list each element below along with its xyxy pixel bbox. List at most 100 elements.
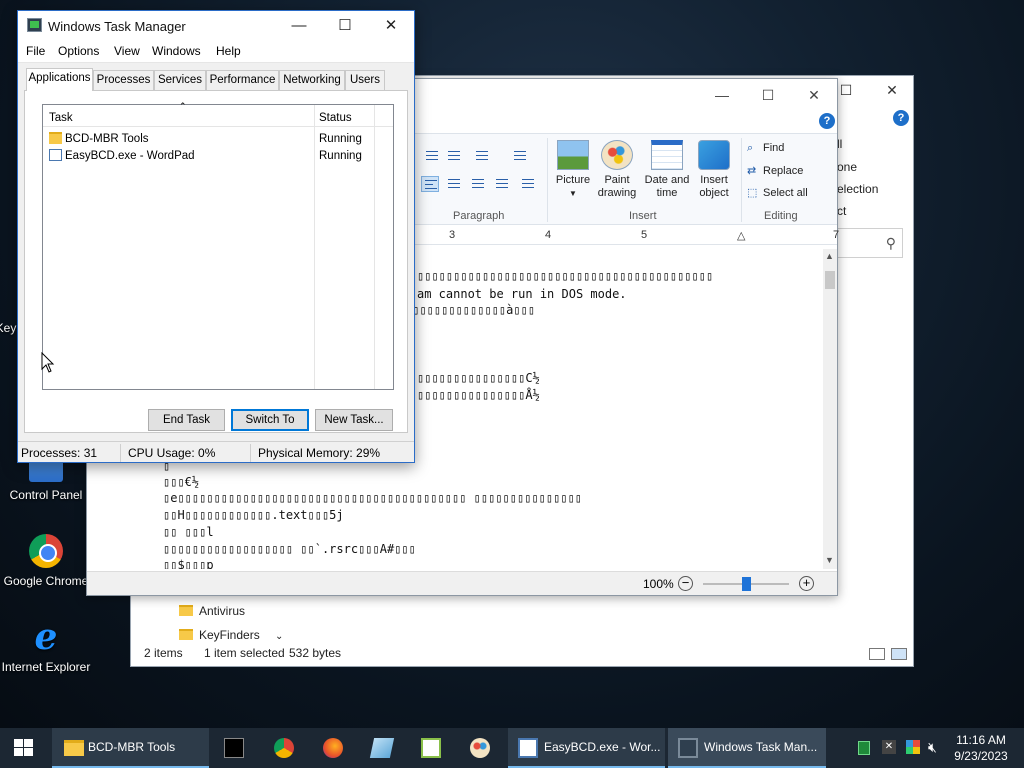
firefox-icon[interactable]	[323, 738, 343, 758]
minimize-button[interactable]: —	[276, 11, 322, 41]
nav-item-keyfinders[interactable]: KeyFinders ⌄	[179, 628, 283, 642]
new-task-button[interactable]: New Task...	[315, 409, 393, 431]
replace-button[interactable]: ⇄ Replace	[747, 164, 803, 177]
large-icons-view-icon[interactable]	[891, 648, 907, 660]
insert-object-button[interactable]: Insert object	[687, 140, 741, 200]
indent-marker-icon[interactable]: △	[737, 229, 745, 242]
paint-palette-icon	[601, 140, 633, 170]
zoom-slider[interactable]	[703, 577, 789, 591]
align-right-icon[interactable]	[469, 176, 487, 192]
menu-view[interactable]: View	[114, 44, 140, 58]
status-processes: Processes: 31	[21, 446, 98, 460]
tab-applications[interactable]: Applications	[26, 68, 93, 91]
notepadpp-icon[interactable]	[421, 738, 441, 758]
explorer-ribbon-item[interactable]: election	[837, 182, 878, 196]
doc-line: ▯▯▯▯▯▯▯▯▯▯▯▯▯▯▯C½	[417, 371, 540, 385]
button-label: Paint drawing	[597, 174, 637, 199]
windows-logo-icon	[14, 739, 34, 757]
scroll-up-icon[interactable]: ▲	[825, 251, 834, 261]
menu-file[interactable]: File	[26, 44, 45, 58]
close-button[interactable]: ✕	[368, 11, 414, 41]
find-button[interactable]: ⌕ Find	[747, 142, 784, 155]
button-label: Find	[763, 142, 785, 154]
zoom-in-button[interactable]: +	[799, 576, 814, 591]
notepad-icon[interactable]	[369, 738, 395, 758]
doc-line: ▯▯▯€½	[163, 475, 200, 489]
explorer-search-box[interactable]: ⚲	[837, 228, 903, 258]
tab-services[interactable]: Services	[154, 70, 206, 90]
calendar-clock-icon	[651, 140, 683, 170]
taskbar-item-task-manager[interactable]: Windows Task Man...	[668, 728, 826, 768]
scroll-thumb[interactable]	[825, 271, 835, 289]
start-button[interactable]	[0, 728, 48, 768]
date-and-time-button[interactable]: Date and time	[640, 140, 694, 200]
taskbar-item-bcd-mbr-tools[interactable]: BCD-MBR Tools	[52, 728, 209, 768]
explorer-close-button[interactable]: ✕	[869, 76, 915, 104]
tab-networking[interactable]: Networking	[279, 70, 345, 90]
menu-windows[interactable]: Windows	[152, 44, 201, 58]
wordpad-help-icon[interactable]: ?	[819, 113, 835, 129]
chevron-down-icon[interactable]: ⌄	[275, 631, 283, 642]
desktop-icon-label: Google Chrome	[3, 574, 89, 588]
task-name: BCD-MBR Tools	[65, 133, 149, 145]
table-row[interactable]: EasyBCD.exe - WordPad Running	[43, 148, 393, 165]
vertical-scrollbar[interactable]: ▲ ▼	[823, 249, 837, 569]
line-spacing-icon[interactable]	[511, 148, 529, 164]
scroll-down-icon[interactable]: ▼	[825, 555, 834, 565]
maximize-button[interactable]: ☐	[322, 11, 368, 41]
align-left-icon[interactable]	[421, 176, 439, 192]
desktop-icon-internet-explorer[interactable]: e Internet Explorer	[0, 619, 92, 674]
increase-indent-icon[interactable]	[445, 148, 463, 164]
nav-item-antivirus[interactable]: Antivirus	[179, 604, 245, 618]
volume-muted-icon[interactable]: 🔇︎	[928, 739, 937, 768]
system-clock[interactable]: 11:16 AM 9/23/2023	[946, 732, 1016, 764]
explorer-help-icon[interactable]: ?	[893, 110, 909, 126]
explorer-ribbon-item: ct	[837, 204, 847, 218]
task-manager-title-bar[interactable]: Windows Task Manager — ☐ ✕	[18, 11, 414, 41]
tab-users[interactable]: Users	[345, 70, 385, 90]
doc-line: am cannot be run in DOS mode.	[417, 287, 627, 301]
wordpad-minimize-button[interactable]: —	[699, 83, 745, 107]
details-view-icon[interactable]	[869, 648, 885, 660]
task-status: Running	[319, 133, 362, 145]
wordpad-maximize-button[interactable]: ☐	[745, 83, 791, 107]
doc-line: ▯▯$▯▯▯p	[163, 558, 214, 569]
switch-to-button[interactable]: Switch To	[231, 409, 309, 431]
zoom-out-button[interactable]: −	[678, 576, 693, 591]
select-all-icon: ⬚	[747, 187, 758, 199]
paragraph-icon[interactable]	[519, 176, 537, 192]
chrome-icon	[29, 534, 63, 568]
select-all-button[interactable]: ⬚ Select all	[747, 186, 808, 199]
column-header-task[interactable]: Task	[49, 112, 73, 124]
ruler-mark: 7	[833, 229, 840, 241]
tray-green-icon[interactable]	[858, 741, 870, 755]
tray-color-icon[interactable]	[906, 740, 920, 754]
align-center-icon[interactable]	[445, 176, 463, 192]
decrease-indent-icon[interactable]	[423, 148, 441, 164]
insert-object-icon	[698, 140, 730, 170]
paint-icon[interactable]	[470, 738, 490, 758]
cmd-icon[interactable]	[224, 738, 244, 758]
tab-performance[interactable]: Performance	[206, 70, 279, 90]
button-label: Date and time	[644, 174, 690, 199]
paint-drawing-button[interactable]: Paint drawing	[590, 140, 644, 200]
taskbar-item-wordpad[interactable]: EasyBCD.exe - Wor...	[508, 728, 665, 768]
zoom-slider-thumb[interactable]	[742, 577, 751, 591]
taskbar-item-label: BCD-MBR Tools	[88, 740, 176, 754]
wordpad-close-button[interactable]: ✕	[791, 83, 837, 107]
desktop-icon-google-chrome[interactable]: Google Chrome	[0, 534, 92, 588]
column-header-status[interactable]: Status	[319, 112, 352, 124]
tray-network-icon[interactable]: ✕	[882, 740, 896, 754]
task-manager-window: Windows Task Manager — ☐ ✕ File Options …	[17, 10, 415, 463]
menu-help[interactable]: Help	[216, 44, 241, 58]
task-list[interactable]: Task ⌃ Status BCD-MBR Tools Running Easy…	[42, 101, 394, 390]
menu-options[interactable]: Options	[58, 44, 99, 58]
explorer-ribbon-item[interactable]: one	[837, 160, 857, 174]
end-task-button[interactable]: End Task	[148, 409, 225, 431]
tab-processes[interactable]: Processes	[93, 70, 154, 90]
chrome-icon[interactable]	[274, 738, 294, 758]
folder-icon	[49, 132, 62, 144]
justify-icon[interactable]	[493, 176, 511, 192]
table-row[interactable]: BCD-MBR Tools Running	[43, 131, 393, 148]
bullets-icon[interactable]	[473, 148, 491, 164]
